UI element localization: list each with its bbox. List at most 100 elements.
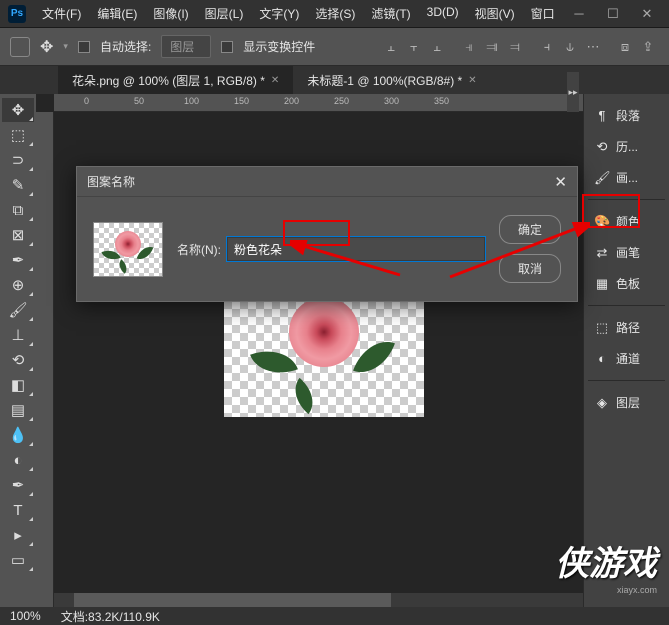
menu-3d[interactable]: 3D(D) xyxy=(421,2,465,25)
channels-icon: ◐ xyxy=(594,351,610,366)
dialog-titlebar[interactable]: 图案名称 ✕ xyxy=(77,167,577,197)
auto-select-checkbox[interactable] xyxy=(78,41,90,53)
lasso-tool[interactable]: ⊃ xyxy=(2,148,34,172)
dialog-close-icon[interactable]: ✕ xyxy=(554,173,567,191)
healing-tool[interactable]: ⊕ xyxy=(2,273,34,297)
menu-type[interactable]: 文字(Y) xyxy=(253,2,305,25)
tab-2-close-icon[interactable]: ✕ xyxy=(468,75,476,86)
type-tool[interactable]: T xyxy=(2,498,34,522)
menu-view[interactable]: 视图(V) xyxy=(469,2,521,25)
name-input[interactable] xyxy=(227,237,485,261)
document-info[interactable]: 文档:83.2K/110.9K xyxy=(61,608,160,625)
align-left-icon[interactable]: ⫣ xyxy=(458,36,480,58)
ruler-vertical[interactable] xyxy=(36,112,54,607)
right-panels: ¶段落 ⟲历... 🖌画... 🎨颜色 ⇄画笔 ▦色板 ⬚路径 ◐通道 ◈图层 xyxy=(583,94,669,607)
tools-panel: ✥ ⬚ ⊃ ✎ ⧉ ⊠ ✒ ⊕ 🖌 ⊥ ⟲ ◧ ▤ 💧 ◐ ✒ T ▸ ▭ xyxy=(0,94,36,607)
layer-select[interactable]: 图层 xyxy=(161,35,211,58)
panel-history[interactable]: ⟲历... xyxy=(588,133,665,160)
panel-brush-settings[interactable]: ⇄画笔 xyxy=(588,239,665,266)
minimize-button[interactable]: ─ xyxy=(565,6,593,22)
panel-brushes[interactable]: 🖌画... xyxy=(588,164,665,191)
tab-2[interactable]: 未标题-1 @ 100%(RGB/8#) * ✕ xyxy=(293,66,490,94)
maximize-button[interactable]: ☐ xyxy=(599,6,627,22)
tool-dropdown-icon[interactable]: ▾ xyxy=(63,41,68,52)
align-top-icon[interactable]: ⫠ xyxy=(380,36,402,58)
eraser-tool[interactable]: ◧ xyxy=(2,373,34,397)
stamp-tool[interactable]: ⊥ xyxy=(2,323,34,347)
horizontal-scrollbar[interactable] xyxy=(54,593,583,607)
menu-file[interactable]: 文件(F) xyxy=(36,2,87,25)
ruler-tick: 350 xyxy=(434,96,449,106)
brush-icon: 🖌 xyxy=(594,170,610,186)
scrollbar-thumb[interactable] xyxy=(74,593,391,607)
crop-tool[interactable]: ⧉ xyxy=(2,198,34,222)
ruler-tick: 300 xyxy=(384,96,399,106)
panel-paragraph[interactable]: ¶段落 xyxy=(588,102,665,129)
title-bar: Ps 文件(F) 编辑(E) 图像(I) 图层(L) 文字(Y) 选择(S) 滤… xyxy=(0,0,669,28)
pen-tool[interactable]: ✒ xyxy=(2,473,34,497)
blur-tool[interactable]: 💧 xyxy=(2,423,34,447)
swatches-icon: ▦ xyxy=(594,276,610,292)
tab-1-close-icon[interactable]: ✕ xyxy=(271,75,279,86)
shape-tool[interactable]: ▭ xyxy=(2,548,34,572)
name-label: 名称(N): xyxy=(177,241,221,258)
home-icon[interactable] xyxy=(10,37,30,57)
tab-1[interactable]: 花朵.png @ 100% (图层 1, RGB/8) * ✕ xyxy=(58,66,293,94)
path-select-tool[interactable]: ▸ xyxy=(2,523,34,547)
ruler-tick: 200 xyxy=(284,96,299,106)
ok-button[interactable]: 确定 xyxy=(499,215,561,244)
panel-paths[interactable]: ⬚路径 xyxy=(588,314,665,341)
menu-select[interactable]: 选择(S) xyxy=(309,2,361,25)
color-icon: 🎨 xyxy=(594,214,610,230)
dodge-tool[interactable]: ◐ xyxy=(2,448,34,472)
pattern-thumbnail xyxy=(93,222,163,277)
more-align-icon[interactable]: ⋯ xyxy=(582,36,604,58)
menu-layer[interactable]: 图层(L) xyxy=(199,2,250,25)
frame-tool[interactable]: ⊠ xyxy=(2,223,34,247)
panel-swatches[interactable]: ▦色板 xyxy=(588,270,665,297)
distribute-v-icon[interactable]: ⫝ xyxy=(559,36,581,58)
options-bar: ✥ ▾ 自动选择: 图层 显示变换控件 ⫠ ⫟ ⫠ ⫣ ⫥ ⫤ ⫞ ⫝ ⋯ ⧈ … xyxy=(0,28,669,66)
3d-mode-icon[interactable]: ⧈ xyxy=(614,36,636,58)
align-right-icon[interactable]: ⫤ xyxy=(504,36,526,58)
pattern-name-dialog: 图案名称 ✕ 名称(N): 确定 取消 xyxy=(76,166,578,302)
marquee-tool[interactable]: ⬚ xyxy=(2,123,34,147)
align-bottom-icon[interactable]: ⫠ xyxy=(426,36,448,58)
menu-filter[interactable]: 滤镜(T) xyxy=(365,2,416,25)
move-tool[interactable]: ✥ xyxy=(2,98,34,122)
panel-channels[interactable]: ◐通道 xyxy=(588,345,665,372)
history-icon: ⟲ xyxy=(594,139,610,155)
menu-image[interactable]: 图像(I) xyxy=(147,2,194,25)
move-tool-icon: ✥ xyxy=(40,37,53,57)
close-button[interactable]: ✕ xyxy=(633,6,661,22)
show-transform-checkbox[interactable] xyxy=(221,41,233,53)
layers-icon: ◈ xyxy=(594,395,610,411)
align-vcenter-icon[interactable]: ⫟ xyxy=(403,36,425,58)
tab-2-label: 未标题-1 @ 100%(RGB/8#) * xyxy=(307,72,462,89)
tab-1-label: 花朵.png @ 100% (图层 1, RGB/8) * xyxy=(72,72,265,89)
distribute-h-icon[interactable]: ⫞ xyxy=(536,36,558,58)
quick-select-tool[interactable]: ✎ xyxy=(2,173,34,197)
cancel-button[interactable]: 取消 xyxy=(499,254,561,283)
brush-tool[interactable]: 🖌 xyxy=(2,298,34,322)
panel-layers[interactable]: ◈图层 xyxy=(588,389,665,416)
panel-collapse-icon[interactable]: ▸▸ xyxy=(567,72,579,112)
zoom-level[interactable]: 100% xyxy=(10,609,41,623)
ruler-horizontal[interactable]: 0 50 100 150 200 250 300 350 xyxy=(54,94,583,112)
auto-select-label: 自动选择: xyxy=(100,38,151,55)
ruler-tick: 100 xyxy=(184,96,199,106)
history-brush-tool[interactable]: ⟲ xyxy=(2,348,34,372)
ruler-tick: 150 xyxy=(234,96,249,106)
menu-edit[interactable]: 编辑(E) xyxy=(91,2,143,25)
gradient-tool[interactable]: ▤ xyxy=(2,398,34,422)
menu-window[interactable]: 窗口 xyxy=(525,2,561,25)
panel-color[interactable]: 🎨颜色 xyxy=(588,208,665,235)
ruler-tick: 0 xyxy=(84,96,89,106)
ruler-tick: 250 xyxy=(334,96,349,106)
paths-icon: ⬚ xyxy=(594,320,610,336)
align-hcenter-icon[interactable]: ⫥ xyxy=(481,36,503,58)
status-bar: 100% 文档:83.2K/110.9K xyxy=(0,607,669,625)
eyedropper-tool[interactable]: ✒ xyxy=(2,248,34,272)
share-icon[interactable]: ⇪ xyxy=(637,36,659,58)
flower-image xyxy=(254,292,394,402)
